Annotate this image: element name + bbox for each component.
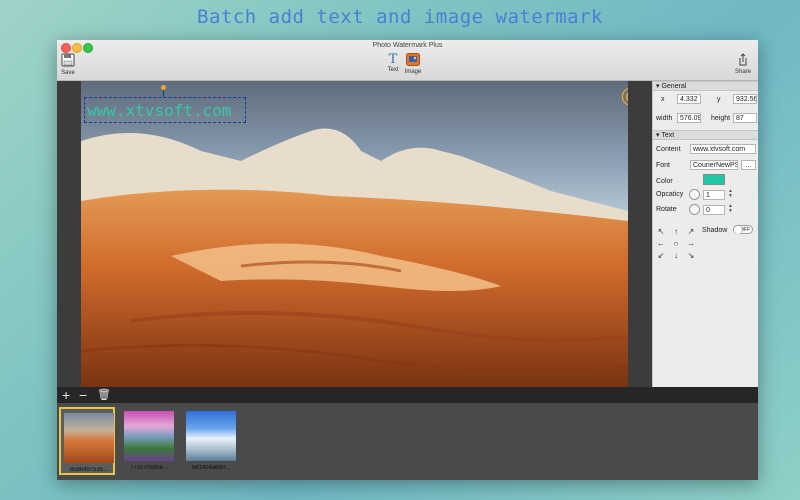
headline: Batch add text and image watermark — [197, 6, 603, 28]
canvas-area: www.xtvsoft.com © — [57, 81, 652, 387]
color-label: Color — [656, 178, 673, 185]
photo-preview[interactable]: www.xtvsoft.com © — [81, 81, 628, 387]
share-button[interactable]: Share — [731, 53, 755, 75]
thumbnail-caption: 581404a6b0... — [191, 465, 231, 471]
list-toolbar: + − 🗑 — [57, 387, 758, 403]
landscape-photo — [81, 81, 628, 387]
share-icon — [739, 53, 747, 66]
thumbnail-item[interactable]: 65b6497535... — [59, 407, 115, 475]
floppy-disk-icon — [61, 53, 75, 67]
general-header-label: General — [661, 83, 687, 90]
align-bottom-left-button[interactable]: ↙ — [656, 251, 666, 260]
thumbnail-image — [186, 411, 236, 461]
thumbnail-caption: 77c570585e... — [129, 465, 169, 471]
color-swatch[interactable] — [703, 174, 725, 185]
thumbnail-image — [64, 413, 114, 463]
save-button[interactable]: Save — [60, 53, 76, 76]
x-field[interactable]: 4.332 — [677, 94, 701, 104]
app-window: Photo Watermark Plus Save T Text Image S… — [57, 40, 758, 480]
save-label: Save — [61, 70, 75, 76]
add-image-button[interactable]: + — [62, 387, 70, 403]
share-label: Share — [734, 69, 751, 75]
x-label: x — [661, 96, 665, 103]
font-label: Font — [656, 162, 671, 169]
remove-image-button[interactable]: − — [79, 387, 87, 403]
shadow-label: Shadow — [702, 227, 728, 234]
toggle-knob — [734, 226, 743, 234]
width-label: width — [656, 115, 673, 122]
text-tool-button[interactable]: T Text — [383, 53, 403, 73]
thumbnail-caption: 65b6497535... — [69, 467, 109, 473]
align-bottom-right-button[interactable]: ↘ — [686, 251, 696, 260]
window-title: Photo Watermark Plus — [372, 42, 443, 49]
align-top-right-button[interactable]: ↗ — [686, 227, 696, 236]
thumbnail-image — [124, 411, 174, 461]
trash-icon[interactable]: 🗑 — [97, 387, 111, 403]
align-top-left-button[interactable]: ↖ — [656, 227, 666, 236]
align-center-button[interactable]: ○ — [671, 239, 681, 248]
text-tool-icon: T — [388, 52, 398, 67]
copyright-watermark-icon[interactable]: © — [618, 84, 628, 110]
titlebar: Photo Watermark Plus Save T Text Image S… — [57, 40, 758, 81]
text-header-label: Text — [661, 132, 675, 139]
font-field[interactable]: CourierNewPS — [690, 160, 738, 170]
opacity-stepper[interactable]: ▲ ▼ — [728, 189, 733, 199]
height-label: height — [711, 115, 731, 122]
align-right-button[interactable]: → — [686, 239, 696, 248]
content-field[interactable]: www.xtvsoft.com — [690, 144, 756, 154]
opacity-label: Opcaticy — [656, 191, 684, 198]
height-field[interactable]: 87 — [733, 113, 757, 123]
image-tool-button[interactable]: Image — [403, 53, 423, 75]
thumbnail-strip: 65b6497535... 77c570585e... 581404a6b0..… — [57, 403, 758, 480]
general-section-header[interactable]: ▾ General — [653, 81, 758, 91]
rotate-field[interactable]: 0 — [703, 205, 725, 215]
font-picker-button[interactable]: ... — [741, 160, 756, 170]
text-tool-label: Text — [387, 67, 399, 73]
rotate-stepper[interactable]: ▲ ▼ — [728, 204, 733, 214]
text-section-header[interactable]: ▾ Text — [653, 130, 758, 140]
y-field[interactable]: 932.56 — [733, 94, 757, 104]
align-top-button[interactable]: ↑ — [671, 227, 681, 236]
align-bottom-button[interactable]: ↓ — [671, 251, 681, 260]
image-icon — [406, 53, 420, 66]
handle-connector — [163, 90, 164, 97]
align-left-button[interactable]: ← — [656, 239, 666, 248]
shadow-toggle[interactable]: OFF — [733, 225, 753, 234]
rotate-label: Rotate — [656, 206, 677, 213]
text-watermark[interactable]: www.xtvsoft.com — [84, 97, 246, 123]
rotate-dial[interactable] — [689, 204, 700, 215]
content-label: Content — [656, 146, 681, 153]
image-tool-label: Image — [404, 69, 422, 75]
width-field[interactable]: 576.09 — [677, 113, 701, 123]
y-label: y — [717, 96, 721, 103]
thumbnail-item[interactable]: 581404a6b0... — [183, 407, 239, 475]
opacity-dial[interactable] — [689, 189, 700, 200]
inspector-panel: ▾ General x 4.332 y 932.56 width 576.09 … — [652, 81, 758, 387]
opacity-field[interactable]: 1 — [703, 190, 725, 200]
thumbnail-item[interactable]: 77c570585e... — [121, 407, 177, 475]
